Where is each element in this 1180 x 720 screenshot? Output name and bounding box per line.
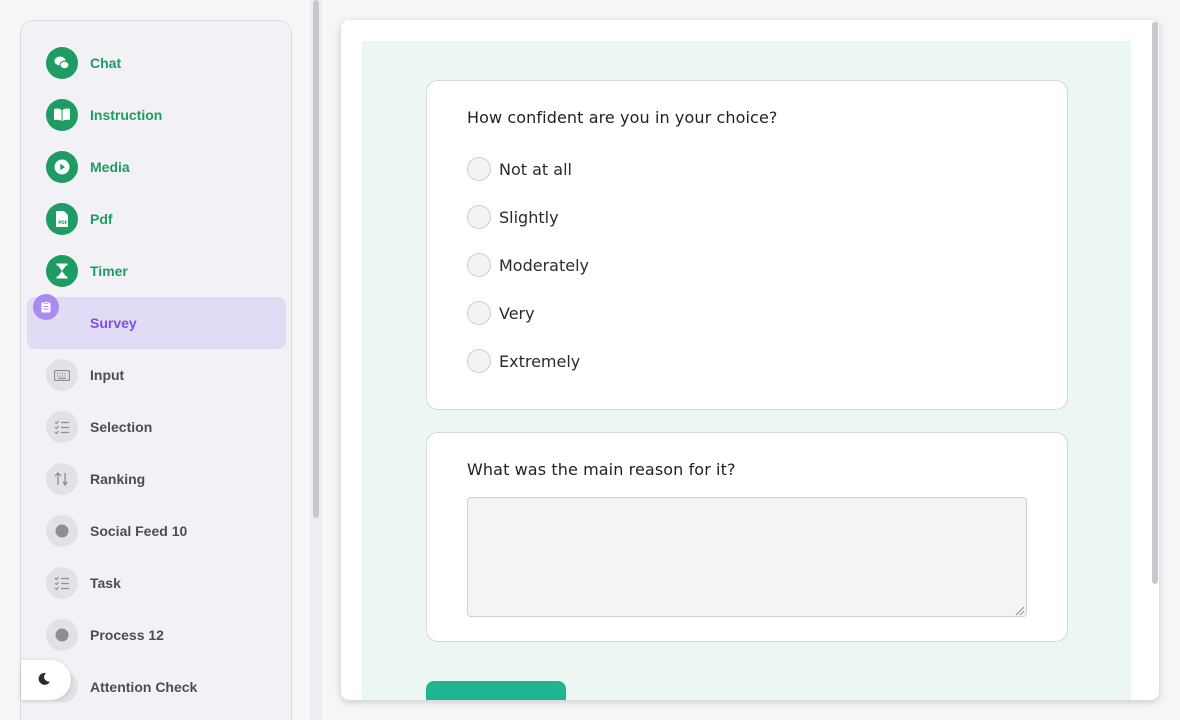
dot-icon (46, 515, 78, 547)
sidebar-item-selection[interactable]: Selection (27, 401, 286, 453)
radio-button[interactable] (467, 205, 491, 229)
option-very[interactable]: Very (467, 301, 535, 325)
sidebar-item-label: Input (90, 367, 125, 383)
sidebar-item-label: Task (90, 575, 121, 591)
radio-button[interactable] (467, 157, 491, 181)
sidebar-item-label: Selection (90, 419, 153, 435)
sidebar-item-label: Social Feed 10 (90, 523, 188, 539)
sidebar-item-input[interactable]: Input (27, 349, 286, 401)
main-scrollbar-thumb[interactable] (1152, 22, 1158, 584)
option-label: Slightly (499, 207, 559, 227)
sidebar-item-timer[interactable]: Timer (27, 245, 286, 297)
sidebar-item-chat[interactable]: Chat (27, 37, 286, 89)
survey-content: How confident are you in your choice? No… (362, 41, 1131, 700)
checklist-icon (46, 567, 78, 599)
pdf-file-icon: PDF (46, 203, 78, 235)
sidebar-scrollbar-thumb[interactable] (313, 0, 319, 518)
question-title: What was the main reason for it? (467, 460, 736, 479)
option-label: Moderately (499, 255, 590, 275)
sidebar-item-label: Timer (90, 263, 128, 279)
sidebar-item-ranking[interactable]: Ranking (27, 453, 286, 505)
sidebar-item-label: Pdf (90, 211, 113, 227)
dot-icon (46, 619, 78, 651)
option-moderately[interactable]: Moderately (467, 253, 589, 277)
book-icon (46, 99, 78, 131)
option-label: Extremely (499, 351, 581, 371)
option-label: Not at all (499, 159, 572, 179)
sort-icon (46, 463, 78, 495)
sidebar-item-survey[interactable]: Survey (27, 294, 286, 349)
option-slightly[interactable]: Slightly (467, 205, 559, 229)
sidebar-item-task[interactable]: Task (27, 557, 286, 609)
sidebar-item-label: Media (90, 159, 130, 175)
theme-toggle-button[interactable] (21, 660, 71, 700)
submit-button[interactable] (426, 681, 566, 700)
sidebar-item-instruction[interactable]: Instruction (27, 89, 286, 141)
option-label: Very (499, 303, 535, 323)
checklist-icon (46, 411, 78, 443)
question-card-confidence: How confident are you in your choice? No… (426, 80, 1068, 410)
play-icon (46, 151, 78, 183)
option-extremely[interactable]: Extremely (467, 349, 580, 373)
sidebar-item-label: Attention Check (90, 679, 198, 695)
question-title: How confident are you in your choice? (467, 108, 778, 127)
hourglass-icon (46, 255, 78, 287)
radio-button[interactable] (467, 349, 491, 373)
question-card-reason: What was the main reason for it? (426, 432, 1068, 642)
sidebar-item-label: Chat (90, 55, 122, 71)
main-panel: How confident are you in your choice? No… (341, 20, 1159, 700)
sidebar-item-social-feed[interactable]: Social Feed 10 (27, 505, 286, 557)
sidebar-item-pdf[interactable]: PDF Pdf (27, 193, 286, 245)
sidebar-item-label: Instruction (90, 107, 163, 123)
sidebar: Chat Instruction Media PDF Pdf Timer Sur… (20, 20, 292, 720)
sidebar-item-label: Survey (90, 315, 137, 331)
chat-bubbles-icon (46, 47, 78, 79)
keyboard-icon (46, 359, 78, 391)
reason-textarea[interactable] (467, 497, 1027, 617)
svg-text:PDF: PDF (58, 220, 68, 225)
radio-button[interactable] (467, 301, 491, 325)
option-not-at-all[interactable]: Not at all (467, 157, 572, 181)
clipboard-icon (33, 294, 59, 320)
sidebar-item-media[interactable]: Media (27, 141, 286, 193)
sidebar-item-label: Process 12 (90, 627, 164, 643)
radio-button[interactable] (467, 253, 491, 277)
moon-icon (37, 672, 51, 689)
resize-handle-icon[interactable] (1013, 603, 1025, 616)
sidebar-item-label: Ranking (90, 471, 146, 487)
sidebar-item-process[interactable]: Process 12 (27, 609, 286, 661)
